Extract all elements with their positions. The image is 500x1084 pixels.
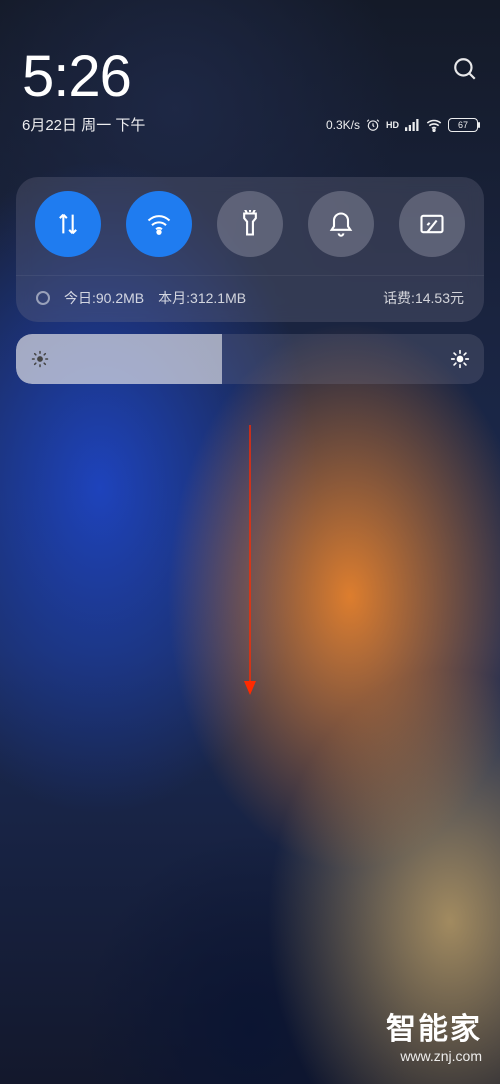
watermark: 智能家 www.znj.com [386, 1013, 482, 1064]
alarm-icon [366, 118, 380, 132]
wifi-status-icon [426, 118, 442, 132]
network-speed: 0.3K/s [326, 118, 360, 132]
brightness-low-icon [30, 349, 50, 369]
data-usage-month: 本月:312.1MB [158, 288, 246, 308]
search-icon[interactable] [452, 56, 478, 87]
quick-settings-panel: 今日:90.2MB 本月:312.1MB 话费:14.53元 [16, 177, 484, 322]
data-usage-row[interactable]: 今日:90.2MB 本月:312.1MB 话费:14.53元 [16, 275, 484, 322]
mobile-data-toggle[interactable] [35, 191, 101, 257]
clock-date: 6月22日 周一 下午 [22, 114, 145, 135]
data-usage-icon [36, 291, 50, 305]
status-bar: 0.3K/s HD 67 [326, 118, 478, 132]
hd-indicator: HD [386, 120, 399, 130]
flashlight-toggle[interactable] [217, 191, 283, 257]
battery-indicator: 67 [448, 118, 478, 132]
clock-time: 5:26 [22, 48, 145, 106]
wifi-toggle[interactable] [126, 191, 192, 257]
swipe-down-arrow [244, 425, 256, 700]
watermark-title: 智能家 [386, 1013, 482, 1048]
phone-balance: 话费:14.53元 [383, 288, 464, 308]
watermark-url: www.znj.com [386, 1048, 482, 1064]
data-usage-today: 今日:90.2MB [64, 288, 144, 308]
screenshot-toggle[interactable] [399, 191, 465, 257]
do-not-disturb-toggle[interactable] [308, 191, 374, 257]
brightness-slider[interactable] [16, 334, 484, 384]
signal-icon [405, 118, 420, 132]
brightness-high-icon [450, 349, 470, 369]
